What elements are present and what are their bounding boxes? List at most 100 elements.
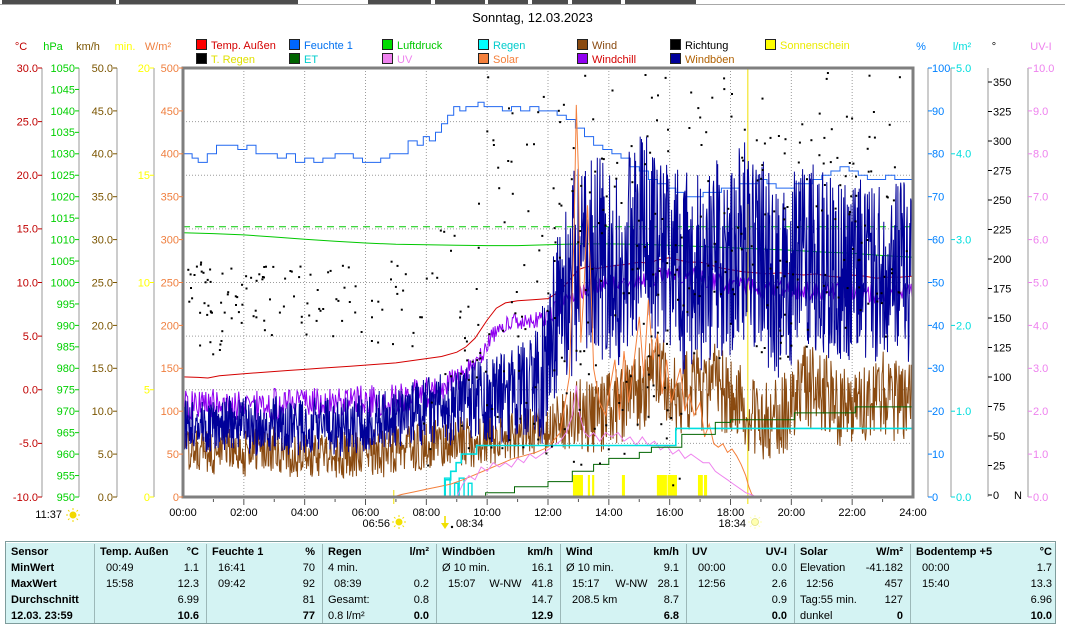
svg-text:10.0: 10.0 <box>1033 63 1054 75</box>
table-column-temp-au-en: Temp. Außen°C00:491.115:5812.36.9910.6 <box>94 544 206 623</box>
svg-text:300: 300 <box>993 136 1011 148</box>
table-value-row: 15:07W-NW41.8 <box>437 576 560 592</box>
svg-text:22:00: 22:00 <box>838 507 866 519</box>
rain-marker-time: 08:34 <box>456 518 484 530</box>
svg-text:990: 990 <box>57 320 75 332</box>
svg-text:15.0: 15.0 <box>92 363 113 375</box>
svg-text:25.0: 25.0 <box>92 277 113 289</box>
table-column-sensor: SensorMinWertMaxWertDurchschnitt12.03. 2… <box>6 544 94 623</box>
svg-text:50: 50 <box>932 277 944 289</box>
rain-marker-icon <box>441 516 453 529</box>
svg-text:14:00: 14:00 <box>595 507 623 519</box>
axis-min: min.20151050 <box>115 41 154 504</box>
svg-text:150: 150 <box>993 313 1011 325</box>
svg-text:15: 15 <box>138 170 150 182</box>
svg-text:100: 100 <box>932 63 950 75</box>
svg-text:30: 30 <box>932 363 944 375</box>
svg-text:50.0: 50.0 <box>92 63 113 75</box>
svg-text:08:00: 08:00 <box>413 507 441 519</box>
table-value-row: 0.0 <box>687 608 794 624</box>
svg-text:955: 955 <box>57 470 75 482</box>
svg-text:1040: 1040 <box>51 106 75 118</box>
svg-text:10.0: 10.0 <box>92 406 113 418</box>
svg-text:45.0: 45.0 <box>92 106 113 118</box>
svg-text:250: 250 <box>161 277 179 289</box>
svg-text:5.0: 5.0 <box>23 331 38 343</box>
svg-text:4.0: 4.0 <box>956 149 971 161</box>
svg-text:75: 75 <box>993 401 1005 413</box>
table-value-row: 208.5 km8.7 <box>561 592 686 608</box>
svg-text:°C: °C <box>15 41 27 53</box>
svg-text:1015: 1015 <box>51 213 75 225</box>
svg-text:225: 225 <box>993 224 1011 236</box>
table-value-row: Ø 10 min.9.1 <box>561 560 686 576</box>
table-value-row: dunkel0 <box>795 608 910 624</box>
sunrise-sun-icon <box>392 515 406 529</box>
table-row-label: 12.03. 23:59 <box>6 608 94 624</box>
table-column-windb-en: Windböenkm/hØ 10 min.16.115:07W-NW41.814… <box>436 544 560 623</box>
table-value-row: 4 min. <box>323 560 436 576</box>
table-value-row: 15:4013.3 <box>911 576 1059 592</box>
sunset-sun-icon <box>748 515 762 529</box>
table-value-row: 08:390.2 <box>323 576 436 592</box>
svg-text:970: 970 <box>57 406 75 418</box>
svg-text:950: 950 <box>57 492 75 504</box>
svg-text:15.0: 15.0 <box>17 224 38 236</box>
table-column-feuchte-1: Feuchte 1%16:417009:42928177 <box>206 544 322 623</box>
svg-text:20: 20 <box>138 63 150 75</box>
svg-text:km/h: km/h <box>76 41 100 53</box>
svg-text:16:00: 16:00 <box>656 507 684 519</box>
table-value-row: 0.9 <box>687 592 794 608</box>
axis-wm2: W/m²500450400350300250200150100500 <box>145 41 183 504</box>
svg-text:-10.0: -10.0 <box>13 492 38 504</box>
svg-text:0: 0 <box>993 490 999 502</box>
table-value-row: 0.8 l/m²0.0 <box>323 608 436 624</box>
svg-text:30.0: 30.0 <box>17 63 38 75</box>
svg-text:30.0: 30.0 <box>92 234 113 246</box>
svg-text:60: 60 <box>932 234 944 246</box>
svg-text:90: 90 <box>932 106 944 118</box>
table-column-bodentemp-5: Bodentemp +5°C00:001.715:4013.36.9610.0 <box>910 544 1059 623</box>
table-header: UVUV-I <box>687 544 794 560</box>
svg-text:500: 500 <box>161 63 179 75</box>
sunset-time: 18:34 <box>718 518 746 530</box>
svg-text:1050: 1050 <box>51 63 75 75</box>
table-row-label: Sensor <box>6 544 94 560</box>
table-value-row: 6.99 <box>95 592 206 608</box>
table-value-row: 10.6 <box>95 608 206 624</box>
time-markers: 11:3706:5608:3418:34 <box>35 508 762 530</box>
svg-text:5.0: 5.0 <box>98 449 113 461</box>
table-value-row: 81 <box>207 592 322 608</box>
svg-text:20: 20 <box>932 406 944 418</box>
table-header: SolarW/m² <box>795 544 910 560</box>
sunrise-time: 06:56 <box>362 518 390 530</box>
table-value-row: 00:000.0 <box>687 560 794 576</box>
svg-text:40: 40 <box>932 320 944 332</box>
svg-text:50: 50 <box>167 449 179 461</box>
svg-text:2.0: 2.0 <box>956 320 971 332</box>
svg-text:200: 200 <box>161 320 179 332</box>
svg-text:1010: 1010 <box>51 234 75 246</box>
svg-text:100: 100 <box>161 406 179 418</box>
svg-text:20:00: 20:00 <box>778 507 806 519</box>
table-column-uv: UVUV-I00:000.012:562.60.90.0 <box>686 544 794 623</box>
svg-text:10: 10 <box>138 277 150 289</box>
svg-text:450: 450 <box>161 106 179 118</box>
table-value-row: 77 <box>207 608 322 624</box>
svg-text:995: 995 <box>57 299 75 311</box>
table-value-row: Gesamt:0.8 <box>323 592 436 608</box>
svg-text:50: 50 <box>993 431 1005 443</box>
svg-text:1000: 1000 <box>51 277 75 289</box>
table-row-label: MaxWert <box>6 576 94 592</box>
svg-text:350: 350 <box>993 77 1011 89</box>
table-value-row: 12:562.6 <box>687 576 794 592</box>
table-value-row: 09:4292 <box>207 576 322 592</box>
svg-text:0: 0 <box>932 492 938 504</box>
table-value-row: 6.8 <box>561 608 686 624</box>
svg-text:N: N <box>1014 490 1022 502</box>
table-value-row: Ø 10 min.16.1 <box>437 560 560 576</box>
svg-text:4.0: 4.0 <box>1033 320 1048 332</box>
table-header: Windkm/h <box>561 544 686 560</box>
svg-text:24:00: 24:00 <box>899 507 927 519</box>
svg-text:200: 200 <box>993 254 1011 266</box>
